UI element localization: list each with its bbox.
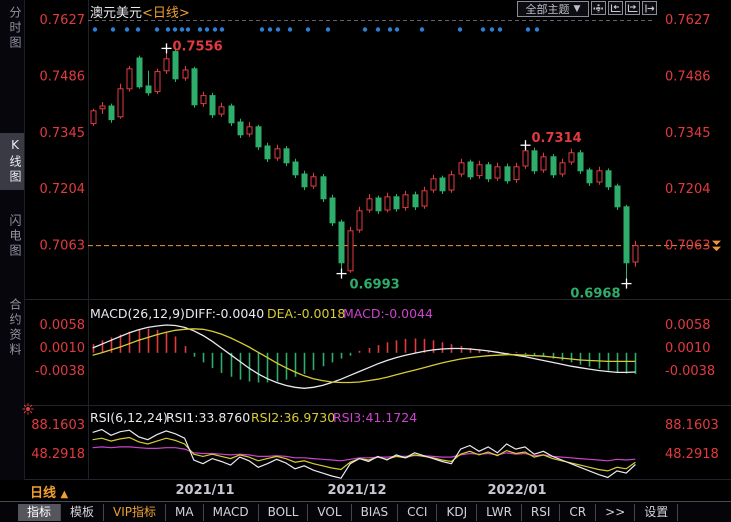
tab-VOL[interactable]: VOL	[308, 504, 351, 521]
axis-label-left: 88.1603	[31, 418, 85, 433]
crosshair-tool-button[interactable]	[591, 1, 606, 15]
macd-histogram	[94, 329, 636, 383]
axis-label-left: 0.7486	[40, 69, 86, 84]
macd-header-label: MACD:-0.0044	[343, 306, 433, 321]
rsi-header-label: RSI3:41.1724	[333, 410, 417, 425]
tab-RSI[interactable]: RSI	[522, 504, 561, 521]
tab-CCI[interactable]: CCI	[398, 504, 437, 521]
axis-label-left: -0.0038	[35, 364, 85, 379]
tab-MA[interactable]: MA	[166, 504, 204, 521]
shift-right-button[interactable]	[642, 1, 657, 15]
symbol-title: 澳元美元	[90, 6, 142, 21]
sidebar-item-0[interactable]: 分时图	[0, 6, 24, 51]
macd-header-label: DIFF:-0.0040	[185, 306, 264, 321]
axis-label-left: 0.7204	[40, 182, 86, 197]
tab-KDJ[interactable]: KDJ	[437, 504, 477, 521]
rsi-header-label: RSI2:36.9730	[251, 410, 335, 425]
rsi1-line	[93, 430, 636, 479]
axis-label-right: 0.7063	[665, 239, 711, 254]
crosshair-tool-icon	[593, 4, 604, 13]
rsi-panel[interactable]: RSI(6,12,24)RSI1:33.8760RSI2:36.9730RSI3…	[0, 406, 731, 480]
tab-BOLL[interactable]: BOLL	[259, 504, 309, 521]
chevron-down-icon: ▼	[574, 4, 581, 14]
tab-模板[interactable]: 模板	[61, 504, 104, 521]
axis-label-right: -0.0038	[665, 364, 715, 379]
xaxis-row: 日线 ▲ 2021/11 2021/12 2022/01	[0, 480, 731, 500]
rsi-header-label: RSI1:33.8760	[166, 410, 250, 425]
macd-header-label: MACD(26,12,9)	[90, 306, 185, 321]
chart-toolbar	[591, 1, 657, 15]
expand-xaxis-button[interactable]	[625, 1, 640, 15]
date-label: 2021/12	[327, 483, 386, 498]
axis-label-right: 0.0058	[665, 318, 711, 333]
sidebar-item-2[interactable]: 闪电图	[0, 214, 24, 259]
current-price-marker-icon	[712, 241, 721, 252]
candlestick-chart[interactable]: 0.7556 0.6993 0.7314 0.6968 0.7627 0.7627 0.74…	[0, 0, 731, 300]
compress-xaxis-icon	[610, 4, 621, 13]
triangle-up-icon: ▲	[61, 489, 69, 500]
axis-label-left: 0.7627	[40, 13, 86, 28]
sidebar-item-3[interactable]: 合约资料	[0, 298, 24, 358]
macd-header-label: DEA:-0.0018	[267, 306, 345, 321]
chart-title: 澳元美元<日线>	[90, 2, 190, 21]
theme-dropdown[interactable]: 全部主题 ▼	[517, 1, 589, 17]
period-title: <日线>	[142, 6, 190, 21]
tab-设置[interactable]: 设置	[635, 504, 678, 521]
expand-xaxis-icon	[627, 4, 638, 13]
price-annotation: 0.6968	[570, 287, 620, 300]
axis-label-right: 0.7627	[665, 13, 711, 28]
tab-CR[interactable]: CR	[560, 504, 596, 521]
axis-label-left: 0.7063	[40, 239, 86, 254]
tab-MACD[interactable]: MACD	[204, 504, 259, 521]
axis-label-left: 48.2918	[31, 447, 85, 462]
axis-label-left: 0.0058	[40, 318, 86, 333]
date-label: 2021/11	[175, 483, 234, 498]
tab-指标[interactable]: 指标	[18, 504, 61, 521]
price-annotation: 0.7556	[173, 39, 223, 54]
app-window: 分时图 K线图闪电图合约资料 澳元美元<日线> 全部主题 ▼ 0.7556 0.69…	[0, 0, 731, 522]
tab-LWR[interactable]: LWR	[477, 504, 522, 521]
axis-label-right: 0.7204	[665, 182, 711, 197]
date-label: 2022/01	[487, 483, 546, 498]
tab-VIP指标[interactable]: VIP指标	[104, 504, 166, 521]
indicator-tabbar: 指标模板VIP指标MAMACDBOLLVOLBIASCCIKDJLWRRSICR…	[0, 501, 731, 522]
axis-label-left: 0.0010	[40, 341, 86, 356]
macd-panel[interactable]: MACD(26,12,9)DIFF:-0.0040DEA:-0.0018MACD…	[0, 300, 731, 406]
compress-xaxis-button[interactable]	[608, 1, 623, 15]
shift-right-icon	[644, 4, 655, 13]
price-annotation: 0.7314	[532, 131, 582, 146]
period-selector[interactable]: 日线 ▲	[30, 482, 68, 501]
tab-BIAS[interactable]: BIAS	[352, 504, 399, 521]
axis-label-right: 0.7345	[665, 126, 711, 141]
axis-label-right: 0.0010	[665, 341, 711, 356]
axis-label-right: 0.7486	[665, 69, 711, 84]
rsi2-line	[93, 438, 636, 471]
axis-label-right: 88.1603	[665, 418, 719, 433]
candles-group	[91, 48, 638, 283]
alert-marker-icon	[21, 402, 35, 416]
price-annotation: 0.6993	[350, 278, 400, 293]
event-dots	[93, 27, 539, 31]
axis-label-left: 0.7345	[40, 126, 86, 141]
rsi-header-label: RSI(6,12,24)	[90, 410, 168, 425]
axis-label-right: 48.2918	[665, 447, 719, 462]
theme-dropdown-label: 全部主题	[526, 1, 570, 17]
period-label: 日线	[30, 486, 56, 501]
sidebar-item-1[interactable]: K线图	[0, 133, 24, 190]
tab->>[interactable]: >>	[596, 504, 635, 521]
